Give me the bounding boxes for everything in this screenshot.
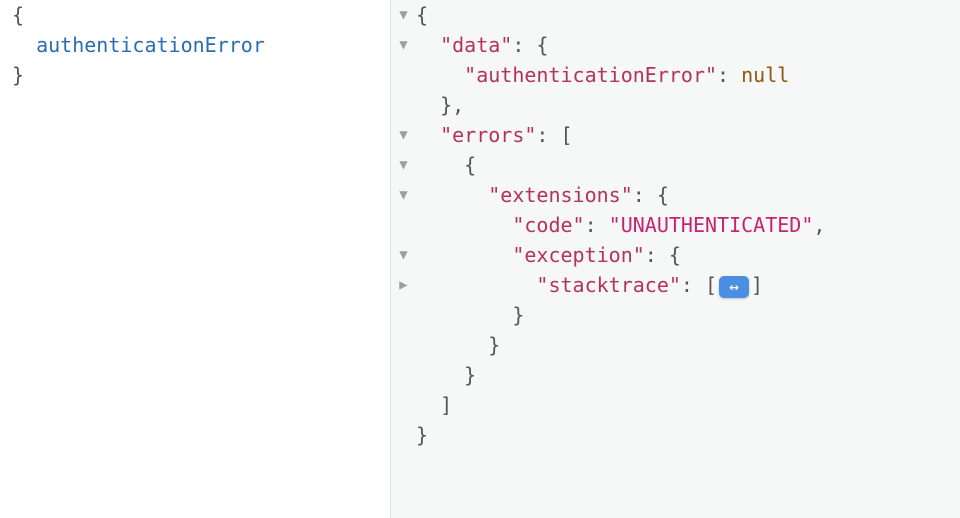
gutter-spacer [391, 210, 416, 240]
punct: ] [416, 393, 452, 417]
key-extensions: "extensions" [488, 183, 633, 207]
key-errors: "errors" [440, 123, 536, 147]
punct: : { [512, 33, 548, 57]
value-unauthenticated: "UNAUTHENTICATED" [609, 213, 814, 237]
brace-open: { [12, 3, 24, 27]
key-code: "code" [512, 213, 584, 237]
key-authenticationError: "authenticationError" [464, 63, 717, 87]
punct: { [416, 153, 476, 177]
punct: : [ [681, 273, 717, 297]
gutter-spacer [391, 60, 416, 90]
brace-open: { [416, 3, 428, 27]
punct: ] [751, 273, 763, 297]
brace-close: } [416, 423, 428, 447]
fold-arrow-down-icon[interactable]: ▼ [391, 30, 416, 60]
punct: } [416, 333, 500, 357]
key-exception: "exception" [512, 243, 644, 267]
punct: : { [645, 243, 681, 267]
punct: } [416, 303, 524, 327]
key-data: "data" [440, 33, 512, 57]
punct: }, [416, 93, 464, 117]
fold-gutter: ▼ ▼ ▼ ▼ ▼ ▼ ▶ [391, 0, 416, 518]
query-field-authenticationError: authenticationError [36, 33, 265, 57]
punct: : { [633, 183, 669, 207]
gutter-spacer [391, 90, 416, 120]
punct: , [813, 213, 825, 237]
response-code[interactable]: { "data": { "authenticationError": null … [416, 0, 960, 518]
fold-arrow-down-icon[interactable]: ▼ [391, 180, 416, 210]
brace-close: } [12, 63, 24, 87]
value-null: null [741, 63, 789, 87]
query-editor-panel[interactable]: { authenticationError } [0, 0, 390, 518]
indent [12, 33, 36, 57]
punct: } [416, 363, 476, 387]
fold-arrow-right-icon[interactable]: ▶ [391, 270, 416, 300]
fold-widget-icon[interactable]: ↔ [719, 276, 749, 298]
punct: : [717, 63, 741, 87]
response-panel: ▼ ▼ ▼ ▼ ▼ ▼ ▶ { "data": { "authenticatio… [390, 0, 960, 518]
punct: : [ [536, 123, 572, 147]
key-stacktrace: "stacktrace" [536, 273, 681, 297]
fold-arrow-down-icon[interactable]: ▼ [391, 0, 416, 30]
fold-arrow-down-icon[interactable]: ▼ [391, 240, 416, 270]
fold-arrow-down-icon[interactable]: ▼ [391, 150, 416, 180]
punct: : [585, 213, 609, 237]
fold-arrow-down-icon[interactable]: ▼ [391, 120, 416, 150]
